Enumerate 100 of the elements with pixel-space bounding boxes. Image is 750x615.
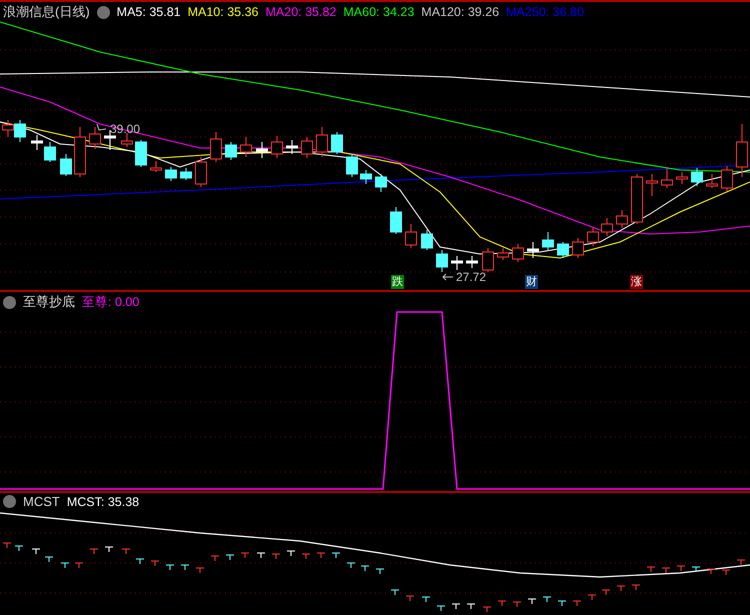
candlestick	[390, 206, 402, 234]
cost-tick	[32, 548, 40, 554]
cost-tick	[736, 560, 746, 566]
cost-tick	[632, 584, 640, 590]
candlestick	[225, 142, 237, 160]
moving-average-value: MA60: 34.23	[343, 5, 414, 19]
mcst-value: MCST: 35.38	[66, 494, 140, 508]
cost-tick	[662, 568, 670, 574]
cost-tick	[588, 594, 596, 600]
candlestick	[466, 256, 478, 268]
cost-tick	[2, 542, 12, 548]
candlestick	[436, 250, 448, 272]
cost-tick	[422, 596, 430, 602]
cost-tick	[60, 562, 70, 568]
candlestick	[180, 168, 192, 180]
low-price-label: 27.72	[456, 270, 486, 284]
candlestick	[676, 172, 688, 184]
cost-tick	[602, 590, 610, 596]
cost-tick	[558, 600, 566, 606]
cost-tick	[676, 566, 686, 572]
cost-tick	[346, 562, 356, 568]
candlestick	[240, 136, 252, 158]
candlestick	[256, 142, 268, 158]
candlestick	[150, 160, 162, 172]
cost-tick	[466, 604, 476, 610]
cost-tick	[74, 562, 84, 568]
candlestick	[527, 242, 539, 258]
candlestick	[616, 210, 628, 228]
price-pointer-icon	[442, 274, 454, 280]
cost-tick	[692, 566, 700, 572]
cost-tick	[104, 546, 114, 552]
dropdown-icon[interactable]	[3, 495, 16, 508]
candlestick	[31, 134, 43, 150]
cost-tick	[528, 598, 536, 604]
candlestick	[482, 248, 494, 272]
candlestick	[286, 140, 298, 154]
cost-tick	[512, 602, 522, 608]
dropdown-icon[interactable]	[96, 6, 110, 18]
moving-average-value: MA10: 35.36	[188, 5, 258, 19]
candlestick	[587, 228, 599, 246]
signal-marker: 跌	[391, 275, 404, 289]
cost-tick	[14, 546, 24, 552]
price-pointer-icon	[96, 124, 106, 131]
candlestick	[421, 230, 433, 250]
candlestick	[360, 170, 372, 184]
cost-tick	[272, 554, 280, 560]
candlestick	[331, 132, 343, 154]
candlestick	[572, 238, 584, 258]
candlestick	[210, 132, 222, 162]
dropdown-icon[interactable]	[3, 296, 16, 308]
candlestick	[195, 156, 207, 188]
candlestick	[497, 248, 509, 260]
candlestick	[542, 232, 554, 250]
cost-tick	[286, 550, 296, 556]
cost-tick	[406, 596, 414, 602]
candlestick	[89, 126, 101, 150]
candlestick	[165, 166, 177, 182]
cost-tick	[150, 560, 160, 566]
candlestick	[601, 218, 613, 236]
indicator-title: 至尊抄底	[23, 293, 75, 311]
cost-tick	[256, 552, 266, 558]
cost-tick	[302, 554, 310, 560]
candlestick	[661, 166, 673, 188]
cost-tick	[452, 604, 460, 610]
cost-tick	[332, 552, 340, 558]
cost-tick	[390, 590, 400, 596]
indicator-title: MCST	[23, 494, 60, 509]
cost-tick	[166, 564, 174, 570]
signal-marker: 涨	[630, 275, 643, 289]
cost-tick	[44, 556, 54, 562]
cost-tick	[706, 568, 716, 574]
cost-tick	[498, 600, 506, 606]
cost-tick	[542, 596, 552, 602]
indicator-value: 至尊: 0.00	[82, 294, 140, 310]
candlestick	[375, 174, 387, 192]
cost-tick	[136, 558, 144, 564]
cost-tick	[616, 586, 626, 592]
cost-tick	[360, 566, 370, 572]
cost-tick	[646, 566, 656, 572]
candlestick	[301, 136, 313, 158]
moving-average-value: MA250: 36.80	[506, 5, 584, 19]
candlestick	[14, 120, 26, 142]
cost-tick	[196, 568, 204, 574]
cost-tick	[572, 600, 582, 606]
candlestick	[271, 136, 283, 158]
candlestick	[316, 126, 328, 158]
moving-average-value: MA5: 35.81	[116, 5, 181, 19]
candlestick	[405, 224, 417, 248]
candlestick	[721, 166, 733, 192]
candlestick	[135, 140, 147, 168]
cost-tick	[122, 548, 130, 554]
candlestick	[706, 174, 718, 188]
candlestick	[631, 174, 643, 224]
moving-average-value: MA120: 39.26	[421, 5, 500, 19]
cost-tick	[722, 570, 730, 576]
cost-tick	[436, 606, 446, 612]
cost-tick	[482, 606, 492, 612]
candlestick	[451, 256, 463, 270]
cost-tick	[210, 556, 220, 562]
candlestick	[346, 154, 358, 178]
